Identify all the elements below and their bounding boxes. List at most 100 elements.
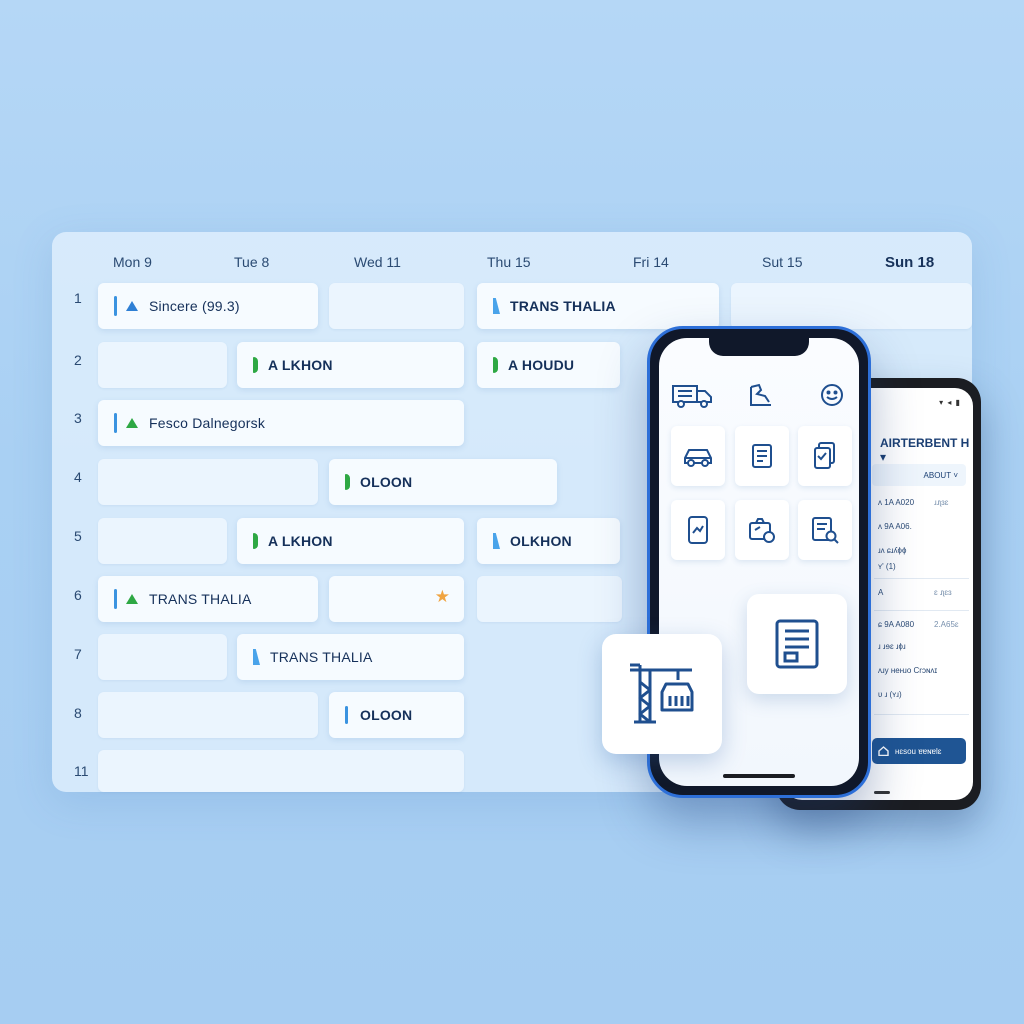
list-item[interactable]: ʏ' (1) bbox=[878, 562, 896, 571]
empty-slot[interactable] bbox=[98, 750, 464, 792]
list-item-label: ʏ' (1) bbox=[878, 562, 896, 571]
row-number: 8 bbox=[74, 705, 82, 721]
empty-slot[interactable] bbox=[329, 283, 464, 329]
event-label: Sincere (99.3) bbox=[149, 298, 240, 314]
row-number: 2 bbox=[74, 352, 82, 368]
chevron-down-icon: ˅ bbox=[953, 470, 958, 480]
empty-slot[interactable] bbox=[98, 459, 318, 505]
list-item[interactable]: Aɛ ɹʅɛɜ bbox=[878, 588, 952, 597]
primary-action-label: ʜɛsou ɐɐɴɐlɛ bbox=[895, 746, 942, 756]
search-document-icon bbox=[812, 517, 839, 544]
empty-slot[interactable] bbox=[98, 342, 227, 388]
row-number: 3 bbox=[74, 410, 82, 426]
list-item-value: ɛ ɹʅɛɜ bbox=[934, 588, 952, 597]
home-indicator bbox=[874, 791, 890, 794]
port-crane-card[interactable] bbox=[602, 634, 722, 754]
flag-icon bbox=[253, 357, 258, 373]
row-number: 1 bbox=[74, 290, 82, 306]
list-item-label: ʋ ɹ (ʏɹ) bbox=[878, 690, 902, 699]
event-color-bar bbox=[345, 706, 348, 724]
list-item-label: ɕ 9A A080 bbox=[878, 620, 915, 629]
flag-icon bbox=[493, 533, 500, 549]
camera-box-icon bbox=[749, 518, 775, 543]
event-oloon-2[interactable]: OLOON bbox=[329, 692, 464, 738]
dropdown-value: ABOUT bbox=[923, 470, 952, 480]
divider bbox=[874, 610, 969, 611]
flag-icon bbox=[345, 474, 350, 490]
event-label: A HOUDU bbox=[508, 357, 575, 373]
triangle-icon bbox=[126, 418, 138, 428]
chevron-down-icon: ▾ bbox=[880, 450, 887, 464]
flag-icon bbox=[253, 533, 258, 549]
list-item-value: ɹɹʅɜɛ bbox=[934, 498, 949, 507]
list-item[interactable]: ʋ ɹ (ʏɹ) bbox=[878, 690, 902, 699]
event-trans-thalia-2[interactable]: TRANS THALIA bbox=[98, 576, 318, 622]
document-icon bbox=[752, 444, 772, 468]
truck-icon[interactable] bbox=[671, 382, 713, 410]
day-header-tue: Tue 8 bbox=[234, 254, 270, 270]
primary-action-button[interactable]: ʜɛsou ɐɐɴɐlɛ bbox=[872, 738, 966, 764]
list-item[interactable]: ʌ 1A A020 ɹɹʅɜɛ bbox=[878, 498, 948, 507]
event-sincere[interactable]: Sincere (99.3) bbox=[98, 283, 318, 329]
tile-document[interactable] bbox=[735, 426, 789, 486]
event-starred[interactable]: ★ bbox=[329, 576, 464, 622]
empty-slot[interactable] bbox=[98, 692, 318, 738]
about-dropdown[interactable]: ABOUT ˅ bbox=[872, 464, 966, 486]
home-indicator bbox=[723, 774, 795, 778]
empty-slot[interactable] bbox=[731, 283, 972, 329]
smile-icon[interactable] bbox=[819, 382, 845, 408]
list-item[interactable]: ɕ 9A A080 2.A65ɛ bbox=[878, 620, 959, 629]
android-app-title-text: AIRTERBENT H bbox=[880, 436, 970, 450]
event-color-bar bbox=[114, 413, 117, 433]
event-label: TRANS THALIA bbox=[149, 591, 252, 607]
empty-slot[interactable] bbox=[98, 634, 227, 680]
tablet-chart-icon bbox=[688, 516, 708, 544]
divider bbox=[874, 714, 969, 715]
tile-tablet-chart[interactable] bbox=[671, 500, 725, 560]
list-item-label: ɹ ɹɘɛ ɹɸɹ bbox=[878, 642, 906, 651]
tile-clipboard[interactable] bbox=[798, 426, 852, 486]
divider bbox=[874, 578, 969, 579]
tile-car[interactable] bbox=[671, 426, 725, 486]
list-item[interactable]: ʌ 9A A06. bbox=[878, 522, 912, 531]
list-item-label: ʌ 1A A020 bbox=[878, 498, 915, 507]
triangle-icon bbox=[126, 301, 138, 311]
checklist-icon bbox=[775, 619, 819, 669]
event-trans-thalia-3[interactable]: TRANS THALIA bbox=[237, 634, 464, 680]
triangle-icon bbox=[126, 594, 138, 604]
event-label: A LKHON bbox=[268, 357, 333, 373]
event-color-bar bbox=[114, 589, 117, 609]
event-a-lkhon-2[interactable]: A LKHON bbox=[237, 518, 464, 564]
list-item[interactable]: ɹʌ ɕɹʎɸɸ bbox=[878, 546, 906, 555]
tile-search-document[interactable] bbox=[798, 500, 852, 560]
empty-slot[interactable] bbox=[98, 518, 227, 564]
list-item-label: ɹʌ ɕɹʎɸɸ bbox=[878, 546, 907, 555]
list-item[interactable]: ʌɹy ʜeʜɹo Crɔɴʌɪ bbox=[878, 666, 937, 675]
event-fesco-dalnegorsk[interactable]: Fesco Dalnegorsk bbox=[98, 400, 464, 446]
event-a-houdu[interactable]: A HOUDU bbox=[477, 342, 620, 388]
list-item[interactable]: ɹ ɹɘɛ ɹɸɹ bbox=[878, 642, 906, 651]
event-label: Fesco Dalnegorsk bbox=[149, 415, 266, 431]
tile-camera-box[interactable] bbox=[735, 500, 789, 560]
port-crane-icon bbox=[630, 663, 694, 724]
event-olkhon[interactable]: OLKHON bbox=[477, 518, 620, 564]
empty-slot[interactable] bbox=[477, 576, 622, 622]
list-item-label: A bbox=[878, 588, 884, 597]
home-icon bbox=[878, 746, 889, 756]
row-number: 4 bbox=[74, 469, 82, 485]
flag-icon bbox=[493, 298, 500, 314]
clipboard-icon bbox=[814, 442, 835, 469]
day-header-thu: Thu 15 bbox=[487, 254, 531, 270]
event-trans-thalia[interactable]: TRANS THALIA bbox=[477, 283, 719, 329]
event-color-bar bbox=[114, 296, 117, 316]
event-label: OLOON bbox=[360, 707, 413, 723]
map-icon[interactable] bbox=[747, 382, 775, 410]
event-a-lkhon[interactable]: A LKHON bbox=[237, 342, 464, 388]
checklist-card[interactable] bbox=[747, 594, 847, 694]
day-header-mon: Mon 9 bbox=[113, 254, 152, 270]
list-item-label: ʌɹy ʜeʜɹo Crɔɴʌɪ bbox=[878, 666, 938, 675]
android-app-title[interactable]: AIRTERBENT H ▾ bbox=[880, 436, 973, 464]
event-oloon[interactable]: OLOON bbox=[329, 459, 557, 505]
star-icon[interactable]: ★ bbox=[435, 587, 450, 607]
event-label: OLOON bbox=[360, 474, 413, 490]
